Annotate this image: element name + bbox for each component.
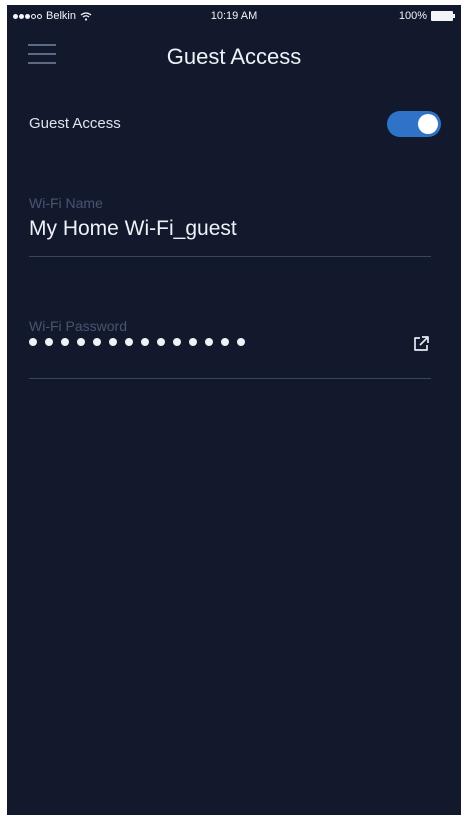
wifi-name-value[interactable]: My Home Wi-Fi_guest xyxy=(29,217,237,241)
wifi-name-field[interactable]: Wi-Fi Name My Home Wi-Fi_guest xyxy=(29,195,431,261)
wifi-password-masked xyxy=(29,338,245,346)
wifi-password-field[interactable]: Wi-Fi Password xyxy=(29,318,431,384)
guest-access-label: Guest Access xyxy=(29,115,121,132)
wifi-password-underline xyxy=(29,378,431,379)
guest-access-toggle[interactable] xyxy=(387,111,441,137)
status-time: 10:19 AM xyxy=(210,10,258,22)
status-right: 100% xyxy=(399,10,455,22)
app-screen: Belkin 10:19 AM 100% Guest Access Guest … xyxy=(7,5,461,815)
password-dot xyxy=(189,338,197,346)
password-dot xyxy=(77,338,85,346)
password-dot xyxy=(141,338,149,346)
nav-bar: Guest Access xyxy=(7,29,461,79)
password-dot xyxy=(45,338,53,346)
password-dot xyxy=(173,338,181,346)
battery-percentage: 100% xyxy=(398,10,427,22)
page-title: Guest Access xyxy=(166,44,302,69)
password-dot xyxy=(29,338,37,346)
password-dot xyxy=(125,338,133,346)
password-dot xyxy=(109,338,117,346)
battery-icon xyxy=(431,11,455,21)
password-dot xyxy=(237,338,245,346)
wifi-name-underline xyxy=(29,256,431,257)
password-dot xyxy=(221,338,229,346)
toggle-knob xyxy=(418,114,438,134)
password-dot xyxy=(61,338,69,346)
status-bar: Belkin 10:19 AM 100% xyxy=(7,5,461,27)
password-dot xyxy=(205,338,213,346)
password-dot xyxy=(157,338,165,346)
guest-access-row: Guest Access xyxy=(29,109,441,139)
wifi-password-label: Wi-Fi Password xyxy=(29,318,128,334)
share-icon[interactable] xyxy=(411,334,431,354)
password-dot xyxy=(93,338,101,346)
wifi-name-label: Wi-Fi Name xyxy=(29,195,103,211)
